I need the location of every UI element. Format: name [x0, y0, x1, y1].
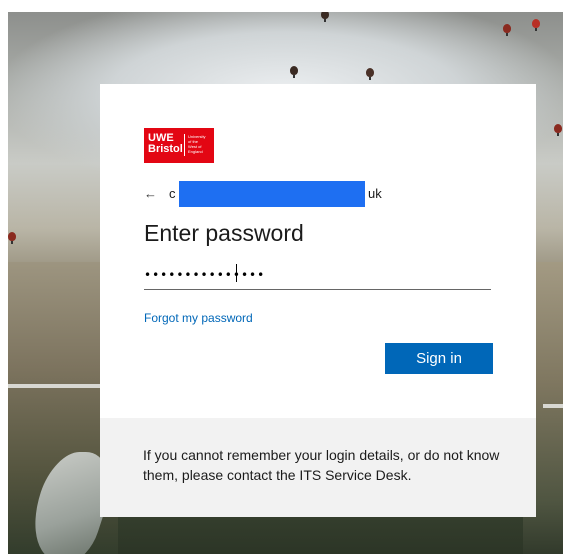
- balloon-icon: [503, 24, 511, 36]
- balloon-icon: [532, 19, 540, 31]
- balloon-icon: [366, 68, 374, 80]
- text-caret: [236, 264, 237, 282]
- email-redaction: [179, 181, 365, 207]
- account-email-start: c: [169, 186, 176, 201]
- help-text: If you cannot remember your login detail…: [143, 447, 500, 483]
- balloon-icon: [8, 232, 16, 244]
- account-email-end: uk: [368, 186, 382, 201]
- balloon-icon: [290, 66, 298, 78]
- sign-in-card: UWE Bristol University of the West of En…: [100, 84, 536, 517]
- forgot-password-link[interactable]: Forgot my password: [144, 311, 253, 325]
- logo-divider: [184, 134, 185, 156]
- background-bridge: [8, 384, 103, 388]
- password-input[interactable]: [144, 261, 491, 290]
- sign-in-button[interactable]: Sign in: [385, 343, 493, 374]
- uwe-bristol-logo: UWE Bristol University of the West of En…: [144, 128, 214, 163]
- page-title: Enter password: [144, 220, 304, 246]
- balloon-icon: [554, 124, 562, 136]
- logo-main-text: UWE Bristol: [148, 132, 183, 155]
- background-bridge-right: [543, 404, 563, 408]
- account-identity: ← c uk: [144, 181, 444, 207]
- balloon-icon: [321, 12, 329, 22]
- back-arrow-icon[interactable]: ←: [144, 186, 157, 201]
- help-footer: If you cannot remember your login detail…: [100, 418, 536, 517]
- logo-sub-text: University of the West of England: [188, 134, 206, 154]
